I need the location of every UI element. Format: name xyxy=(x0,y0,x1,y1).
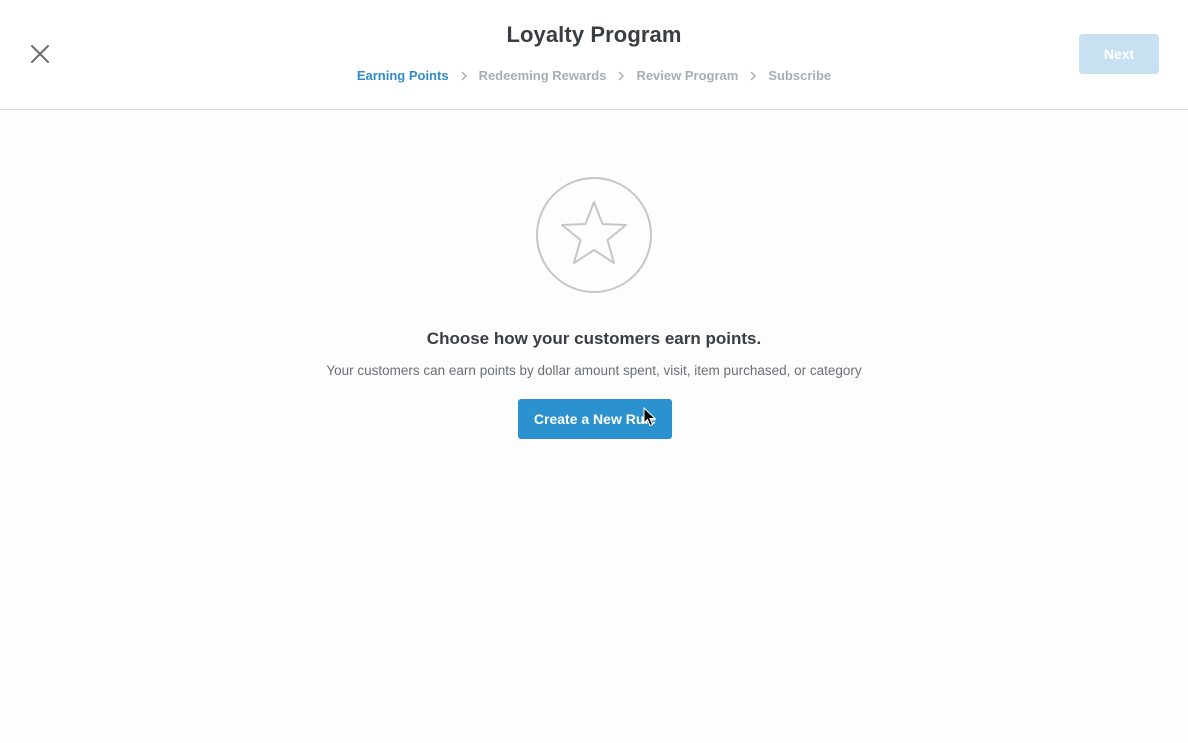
chevron-right-icon xyxy=(750,71,757,81)
empty-state-heading: Choose how your customers earn points. xyxy=(426,329,762,348)
empty-state-description: Your customers can earn points by dollar… xyxy=(326,363,862,378)
step-review-program[interactable]: Review Program xyxy=(636,68,738,83)
create-new-rule-button[interactable]: Create a New Rule xyxy=(518,399,672,439)
step-subscribe[interactable]: Subscribe xyxy=(768,68,831,83)
chevron-right-icon xyxy=(618,71,625,81)
main-content: Choose how your customers earn points. Y… xyxy=(0,110,1188,743)
header-bar: Loyalty Program Earning Points Redeeming… xyxy=(0,0,1188,110)
star-icon xyxy=(536,177,652,293)
step-redeeming-rewards[interactable]: Redeeming Rewards xyxy=(479,68,607,83)
next-button[interactable]: Next xyxy=(1079,34,1159,74)
page-title: Loyalty Program xyxy=(506,22,682,47)
chevron-right-icon xyxy=(461,71,467,81)
step-earning-points[interactable]: Earning Points xyxy=(357,68,449,83)
step-breadcrumb: Earning Points Redeeming Rewards Review … xyxy=(0,68,1188,83)
